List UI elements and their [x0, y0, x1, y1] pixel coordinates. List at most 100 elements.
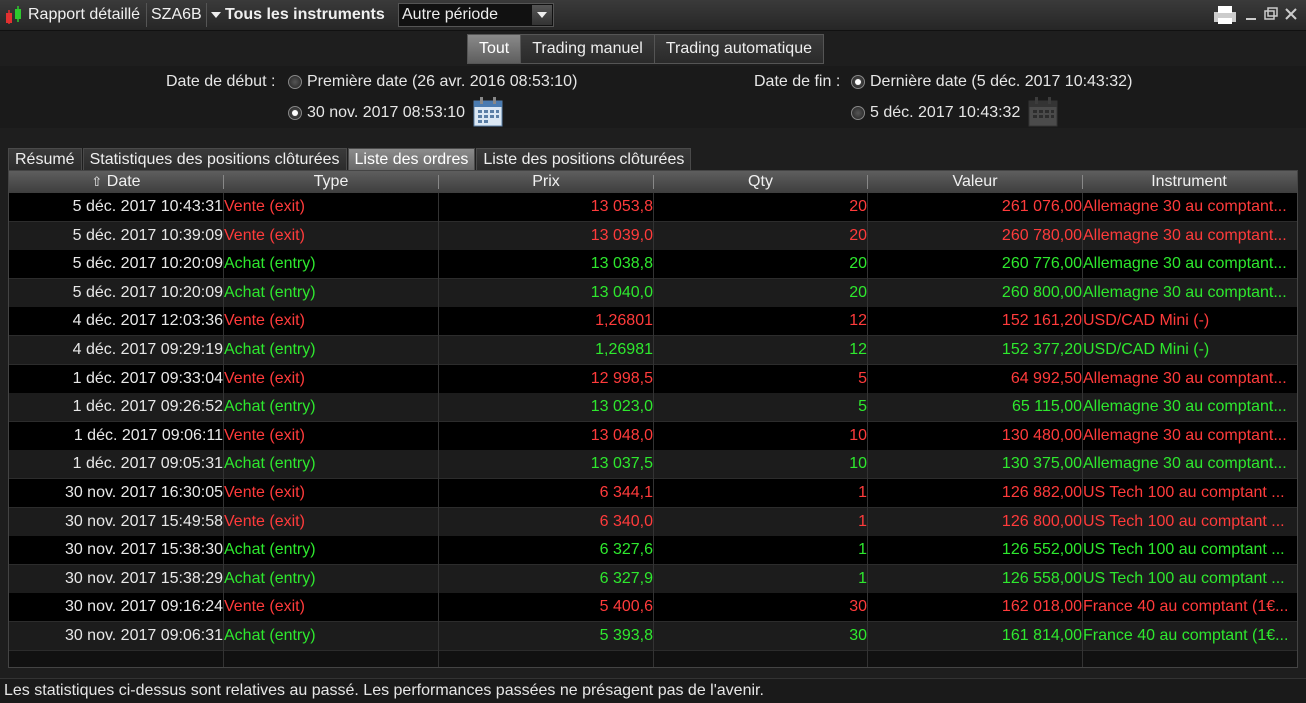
- print-icon[interactable]: [1214, 6, 1236, 24]
- row-instrument: Allemagne 30 au comptant...: [1083, 398, 1287, 416]
- column-header-instrument[interactable]: Instrument: [1083, 171, 1295, 193]
- instrument-selector-label: Tous les instruments: [225, 6, 385, 23]
- row-value: 260 780,00: [1001, 226, 1082, 244]
- column-gridline: [438, 193, 439, 667]
- filter-tab-manual[interactable]: Trading manuel: [521, 35, 655, 63]
- row-value: 126 800,00: [1001, 512, 1082, 530]
- chevron-down-icon[interactable]: [532, 5, 552, 25]
- row-price: 1,26801: [595, 312, 653, 330]
- table-header: ⇧ Date Type Prix Qty Valeur Instrument: [9, 171, 1297, 193]
- tab-closed-positions-stats[interactable]: Statistiques des positions clôturées: [82, 148, 347, 171]
- row-instrument: France 40 au comptant (1€...: [1083, 598, 1289, 616]
- row-instrument: US Tech 100 au comptant ...: [1083, 541, 1285, 559]
- row-value: 65 115,00: [1012, 398, 1082, 416]
- row-value: 162 018,00: [1001, 598, 1082, 616]
- end-date-label: Date de fin :: [754, 73, 841, 90]
- row-type: Achat (entry): [224, 455, 316, 473]
- calendar-icon: [1028, 97, 1058, 127]
- column-gridline: [223, 193, 224, 667]
- divider: [146, 3, 147, 27]
- account-label[interactable]: SZA6B: [151, 3, 202, 27]
- row-value: 261 076,00: [1001, 198, 1082, 215]
- row-price: 13 039,0: [590, 226, 653, 244]
- filter-tab-all[interactable]: Tout: [468, 35, 522, 63]
- end-last-date-label: Dernière date (5 déc. 2017 10:43:32): [870, 73, 1133, 90]
- row-value: 152 161,20: [1001, 312, 1082, 330]
- chevron-down-icon: [211, 11, 221, 18]
- tab-summary[interactable]: Résumé: [8, 148, 82, 171]
- row-date: 4 déc. 2017 12:03:36: [72, 312, 223, 330]
- minimize-icon[interactable]: [1246, 18, 1256, 20]
- row-type: Vente (exit): [224, 512, 305, 530]
- row-type: Achat (entry): [224, 255, 316, 273]
- row-date: 4 déc. 2017 09:29:19: [72, 341, 223, 358]
- restore-icon[interactable]: [1264, 7, 1278, 20]
- period-dropdown[interactable]: Autre période: [398, 3, 554, 27]
- row-instrument: Allemagne 30 au comptant...: [1083, 283, 1287, 301]
- calendar-icon[interactable]: [473, 97, 503, 127]
- row-date: 30 nov. 2017 15:38:29: [64, 569, 223, 587]
- row-date: 1 déc. 2017 09:33:04: [72, 369, 223, 387]
- row-date: 5 déc. 2017 10:43:31: [72, 198, 223, 215]
- row-price: 13 048,0: [590, 426, 653, 444]
- row-type: Vente (exit): [224, 312, 305, 330]
- row-type: Achat (entry): [224, 398, 316, 416]
- row-qty: 12: [849, 312, 867, 330]
- close-icon[interactable]: [1285, 8, 1297, 20]
- column-header-value[interactable]: Valeur: [868, 171, 1082, 193]
- row-type: Vente (exit): [224, 598, 305, 616]
- arrow-up-icon: ⇧: [91, 174, 103, 189]
- row-qty: 1: [858, 541, 867, 559]
- start-date-label: Date de début :: [166, 73, 276, 90]
- row-instrument: Allemagne 30 au comptant...: [1083, 455, 1287, 473]
- start-first-date-radio[interactable]: [288, 75, 302, 89]
- row-date: 30 nov. 2017 16:30:05: [64, 484, 223, 501]
- row-qty: 20: [849, 283, 867, 301]
- start-custom-date-radio[interactable]: [288, 106, 302, 120]
- tab-closed-positions-list[interactable]: Liste des positions clôturées: [476, 148, 692, 171]
- row-price: 13 038,8: [590, 255, 653, 273]
- row-date: 30 nov. 2017 15:49:58: [64, 512, 223, 530]
- row-type: Achat (entry): [224, 341, 316, 358]
- row-price: 6 344,1: [599, 484, 653, 501]
- row-price: 5 393,8: [599, 627, 653, 644]
- row-date: 30 nov. 2017 09:16:24: [64, 598, 223, 616]
- row-price: 12 998,5: [590, 369, 653, 387]
- row-type: Vente (exit): [224, 426, 305, 444]
- row-type: Vente (exit): [224, 226, 305, 244]
- row-type: Vente (exit): [224, 484, 305, 501]
- row-qty: 10: [849, 455, 867, 473]
- row-instrument: USD/CAD Mini (-): [1083, 312, 1210, 330]
- end-last-date-radio[interactable]: [851, 75, 865, 89]
- row-price: 5 400,6: [599, 598, 653, 616]
- row-value: 130 375,00: [1001, 455, 1082, 473]
- column-header-date[interactable]: ⇧ Date: [9, 171, 223, 193]
- row-value: 126 558,00: [1001, 569, 1082, 587]
- column-header-type[interactable]: Type: [224, 171, 438, 193]
- row-qty: 10: [849, 426, 867, 444]
- row-type: Vente (exit): [224, 369, 305, 387]
- row-instrument: Allemagne 30 au comptant...: [1083, 226, 1287, 244]
- filter-tab-automatic[interactable]: Trading automatique: [654, 35, 823, 63]
- column-header-qty[interactable]: Qty: [654, 171, 867, 193]
- row-qty: 1: [858, 484, 867, 501]
- column-gridline: [867, 193, 868, 667]
- row-price: 13 040,0: [590, 283, 653, 301]
- row-price: 6 340,0: [599, 512, 653, 530]
- instrument-selector[interactable]: Tous les instruments: [211, 3, 385, 27]
- title-bar: Rapport détaillé SZA6B Tous les instrume…: [0, 0, 1306, 31]
- period-dropdown-value: Autre période: [402, 6, 499, 23]
- column-header-price[interactable]: Prix: [439, 171, 653, 193]
- row-value: 152 377,20: [1001, 341, 1082, 358]
- row-qty: 30: [849, 598, 867, 616]
- row-type: Achat (entry): [224, 541, 316, 559]
- row-qty: 30: [849, 627, 867, 644]
- row-date: 30 nov. 2017 15:38:30: [64, 541, 223, 559]
- tab-order-list[interactable]: Liste des ordres: [347, 148, 476, 171]
- row-value: 161 814,00: [1001, 627, 1082, 644]
- end-custom-date-value: 5 déc. 2017 10:43:32: [870, 104, 1021, 121]
- date-range-panel: Date de début : Première date (26 avr. 2…: [0, 66, 1306, 128]
- row-price: 1,26981: [595, 341, 653, 358]
- end-custom-date-radio[interactable]: [851, 106, 865, 120]
- start-first-date-label: Première date (26 avr. 2016 08:53:10): [307, 73, 578, 90]
